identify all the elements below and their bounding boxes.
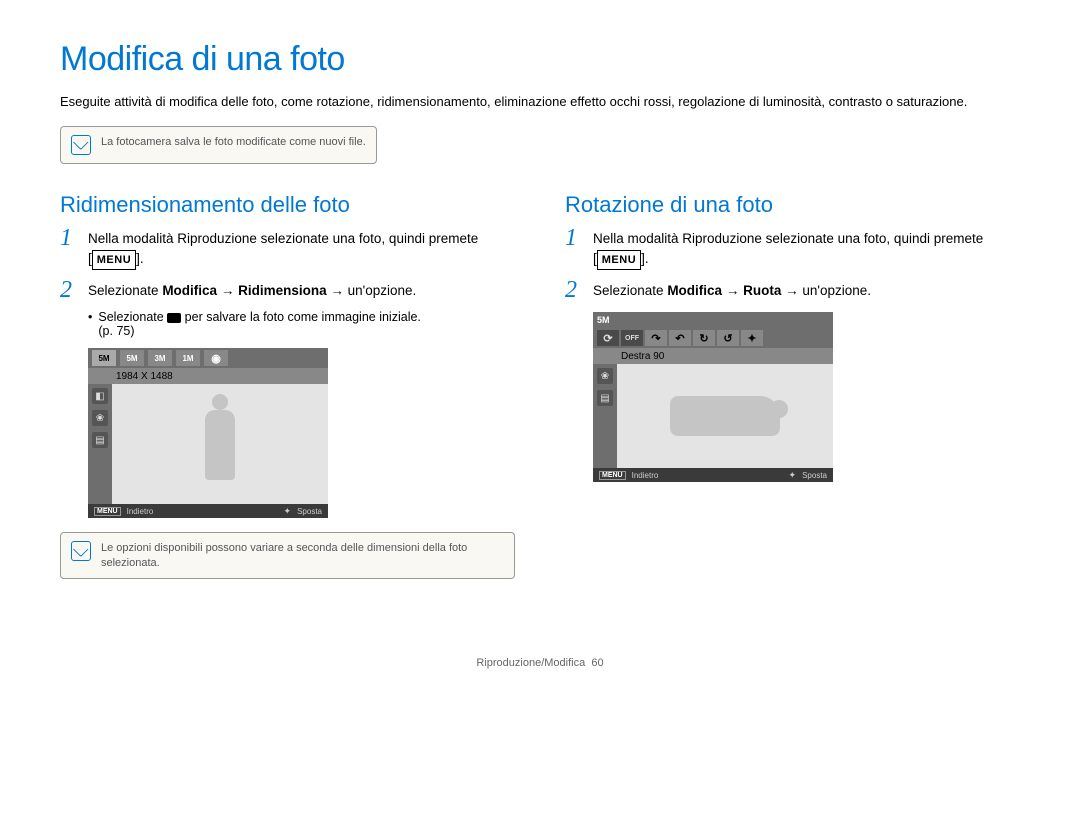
step2-b2: Ruota bbox=[743, 283, 781, 298]
page-title: Modifica di una foto bbox=[60, 40, 1020, 79]
size-option-5m[interactable]: 5M bbox=[92, 350, 116, 366]
note-box-2: Le opzioni disponibili possono variare a… bbox=[60, 532, 515, 579]
column-rotate: Rotazione di una foto 1 Nella modalità R… bbox=[565, 182, 1020, 597]
menu-label: MENU bbox=[94, 507, 121, 516]
step-number: 2 bbox=[60, 278, 78, 302]
size-option-initial-icon[interactable]: ◉ bbox=[204, 350, 228, 366]
back-label: Indietro bbox=[632, 471, 659, 480]
bullet-ref: (p. 75) bbox=[98, 324, 421, 338]
rotate-btn-cw[interactable]: ↻ bbox=[693, 330, 715, 346]
adjust-icon[interactable]: ▤ bbox=[597, 390, 613, 406]
size-option-1m[interactable]: 1M bbox=[176, 350, 200, 366]
device-screen-rotate: 5M ⟳ OFF ↷ ↶ ↻ ↺ ✦ Destra 90 ❀ ▤ MENU In… bbox=[593, 312, 833, 482]
screen-top-label: 5M bbox=[593, 312, 833, 328]
note-icon bbox=[71, 135, 91, 155]
page-footer: Riproduzione/Modifica 60 bbox=[60, 657, 1020, 669]
move-label: Sposta bbox=[297, 507, 322, 516]
silhouette-lying bbox=[670, 396, 780, 436]
intro-text: Eseguite attività di modifica delle foto… bbox=[60, 92, 1020, 112]
device-screen-resize: 5M 5M 3M 1M ◉ 1984 X 1488 ◧ ❀ ▤ MENU Ind… bbox=[88, 348, 328, 518]
size-option-3m[interactable]: 3M bbox=[148, 350, 172, 366]
step2-b1: Modifica bbox=[162, 283, 217, 298]
step2-arr1: → bbox=[217, 283, 238, 298]
adjust-icon[interactable]: ▤ bbox=[92, 432, 108, 448]
rotate-btn-right[interactable]: ↷ bbox=[645, 330, 667, 346]
rotate-btn-ccw[interactable]: ↺ bbox=[717, 330, 739, 346]
note-text-2: Le opzioni disponibili possono variare a… bbox=[101, 541, 504, 570]
move-label: Sposta bbox=[802, 471, 827, 480]
palette-icon[interactable]: ❀ bbox=[597, 368, 613, 384]
initial-image-icon bbox=[167, 313, 181, 323]
step-1-rotate: 1 Nella modalità Riproduzione selezionat… bbox=[565, 226, 1020, 271]
screen-preview bbox=[617, 364, 833, 468]
column-resize: Ridimensionamento delle foto 1 Nella mod… bbox=[60, 182, 515, 597]
rotate-btn-0[interactable]: ⟳ bbox=[597, 330, 619, 346]
screen-left-toolbar: ◧ ❀ ▤ bbox=[88, 384, 112, 504]
step2-b2: Ridimensiona bbox=[238, 283, 327, 298]
move-icon: ✦ bbox=[789, 470, 797, 481]
screen-preview bbox=[112, 384, 328, 504]
footer-page-number: 60 bbox=[591, 657, 603, 669]
back-label: Indietro bbox=[127, 507, 154, 516]
size-option-5m-b[interactable]: 5M bbox=[120, 350, 144, 366]
step-text: Nella modalità Riproduzione selezionate … bbox=[88, 231, 478, 246]
note-box-1: La fotocamera salva le foto modificate c… bbox=[60, 126, 377, 164]
step-2-rotate: 2 Selezionate Modifica → Ruota → un'opzi… bbox=[565, 278, 1020, 302]
footer-section: Riproduzione/Modifica bbox=[476, 657, 585, 669]
note-text-1: La fotocamera salva le foto modificate c… bbox=[101, 135, 366, 149]
rotate-btn-flip[interactable]: ✦ bbox=[741, 330, 763, 346]
menu-button[interactable]: MENU bbox=[92, 250, 136, 271]
rotate-btn-left[interactable]: ↶ bbox=[669, 330, 691, 346]
screen-left-toolbar: ❀ ▤ bbox=[593, 364, 617, 468]
palette-icon[interactable]: ❀ bbox=[92, 410, 108, 426]
step-number: 1 bbox=[565, 226, 583, 250]
step-number: 2 bbox=[565, 278, 583, 302]
menu-button[interactable]: MENU bbox=[597, 250, 641, 271]
heading-resize: Ridimensionamento delle foto bbox=[60, 192, 515, 218]
screen-rotate-toolbar: ⟳ OFF ↷ ↶ ↻ ↺ ✦ bbox=[593, 328, 833, 348]
heading-rotate: Rotazione di una foto bbox=[565, 192, 1020, 218]
rotate-btn-off[interactable]: OFF bbox=[621, 330, 643, 346]
bullet-save-initial: Selezionate per salvare la foto come imm… bbox=[88, 310, 515, 338]
step-1-resize: 1 Nella modalità Riproduzione selezionat… bbox=[60, 226, 515, 271]
step2-b1: Modifica bbox=[667, 283, 722, 298]
resize-icon[interactable]: ◧ bbox=[92, 388, 108, 404]
menu-label: MENU bbox=[599, 471, 626, 480]
step2-pre: Selezionate bbox=[88, 283, 162, 298]
silhouette-standing bbox=[195, 394, 245, 494]
step-2-resize: 2 Selezionate Modifica → Ridimensiona → … bbox=[60, 278, 515, 302]
screen-bottom-bar: MENU Indietro ✦ Sposta bbox=[593, 468, 833, 482]
bullet-pre: Selezionate bbox=[98, 310, 167, 324]
screen-sub-label: Destra 90 bbox=[593, 348, 833, 364]
screen-bottom-bar: MENU Indietro ✦ Sposta bbox=[88, 504, 328, 518]
step2-post: → un'opzione. bbox=[327, 283, 417, 298]
move-icon: ✦ bbox=[284, 506, 292, 517]
screen-sub-label: 1984 X 1488 bbox=[88, 368, 328, 384]
step2-pre: Selezionate bbox=[593, 283, 667, 298]
step-number: 1 bbox=[60, 226, 78, 250]
screen-top-toolbar: 5M 5M 3M 1M ◉ bbox=[88, 348, 328, 368]
bullet-post: per salvare la foto come immagine inizia… bbox=[181, 310, 421, 324]
step-text: Nella modalità Riproduzione selezionate … bbox=[593, 231, 983, 246]
step2-arr: → bbox=[722, 283, 743, 298]
note-icon bbox=[71, 541, 91, 561]
step2-post: → un'opzione. bbox=[781, 283, 871, 298]
